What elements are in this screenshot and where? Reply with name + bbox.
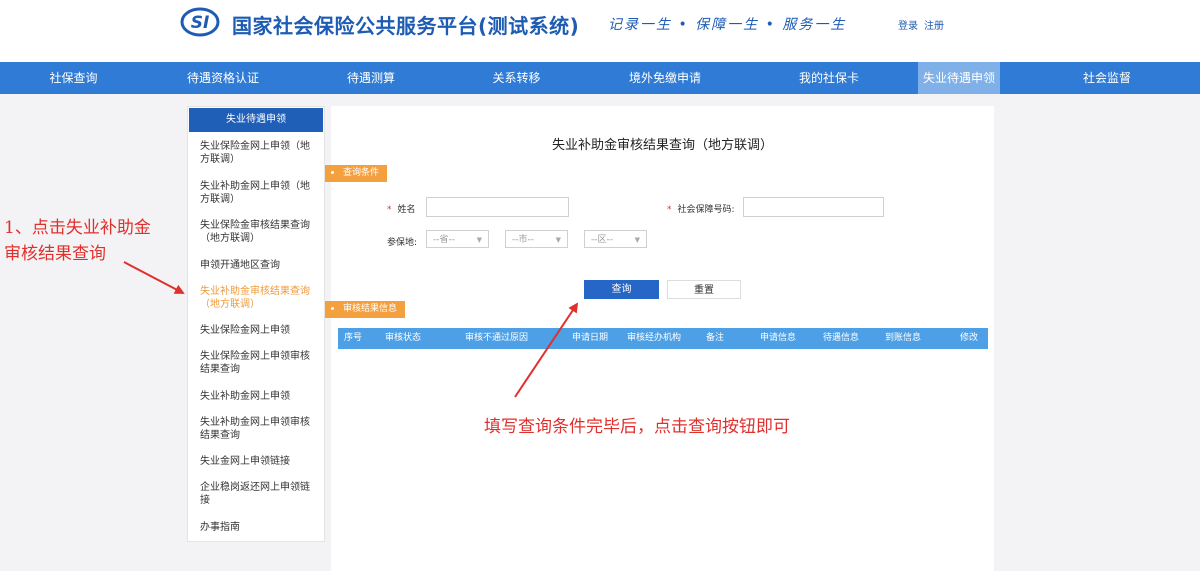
annotation-arrows <box>123 261 579 398</box>
arrow-to-sidebar-item <box>123 261 185 294</box>
arrow-to-query-button <box>514 302 579 398</box>
